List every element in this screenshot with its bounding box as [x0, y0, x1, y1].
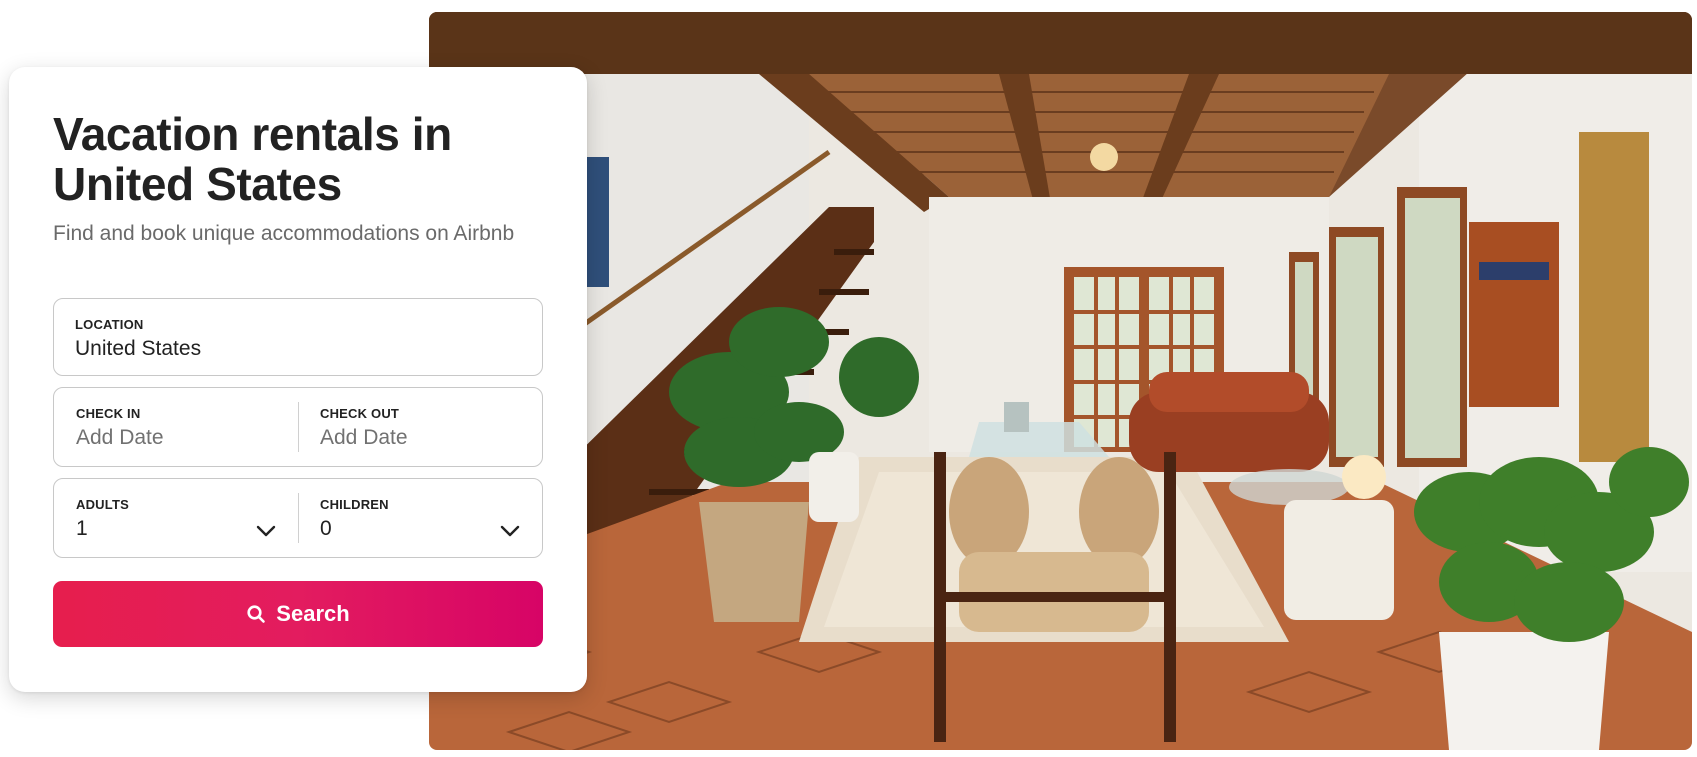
check-in-field[interactable]: CHECK IN Add Date: [54, 388, 298, 466]
search-button-label: Search: [276, 601, 350, 626]
check-out-placeholder[interactable]: Add Date: [320, 426, 408, 450]
search-button[interactable]: Search: [53, 581, 543, 647]
guests-field: ADULTS 1 CHILDREN 0: [53, 478, 543, 558]
location-value[interactable]: United States: [75, 337, 201, 361]
chevron-down-icon[interactable]: [500, 524, 520, 538]
children-label: CHILDREN: [320, 497, 389, 512]
check-out-label: CHECK OUT: [320, 406, 400, 421]
check-in-label: CHECK IN: [76, 406, 141, 421]
living-room-photo: [429, 12, 1692, 750]
chevron-down-icon[interactable]: [256, 524, 276, 538]
children-select[interactable]: CHILDREN 0: [298, 479, 542, 557]
adults-value: 1: [76, 517, 88, 540]
adults-label: ADULTS: [76, 497, 129, 512]
adults-select[interactable]: ADULTS 1: [54, 479, 298, 557]
page-title: Vacation rentals in United States: [53, 108, 452, 210]
check-out-field[interactable]: CHECK OUT Add Date: [298, 388, 542, 466]
search-icon: [247, 605, 266, 623]
search-card: Vacation rentals in United States Find a…: [9, 67, 587, 692]
location-field[interactable]: LOCATION United States: [53, 298, 543, 376]
check-in-placeholder[interactable]: Add Date: [76, 426, 164, 450]
page-subtitle: Find and book unique accommodations on A…: [53, 222, 515, 245]
location-label: LOCATION: [75, 317, 144, 332]
hero-image: [429, 12, 1692, 750]
children-value: 0: [320, 517, 332, 540]
date-range-field: CHECK IN Add Date CHECK OUT Add Date: [53, 387, 543, 467]
